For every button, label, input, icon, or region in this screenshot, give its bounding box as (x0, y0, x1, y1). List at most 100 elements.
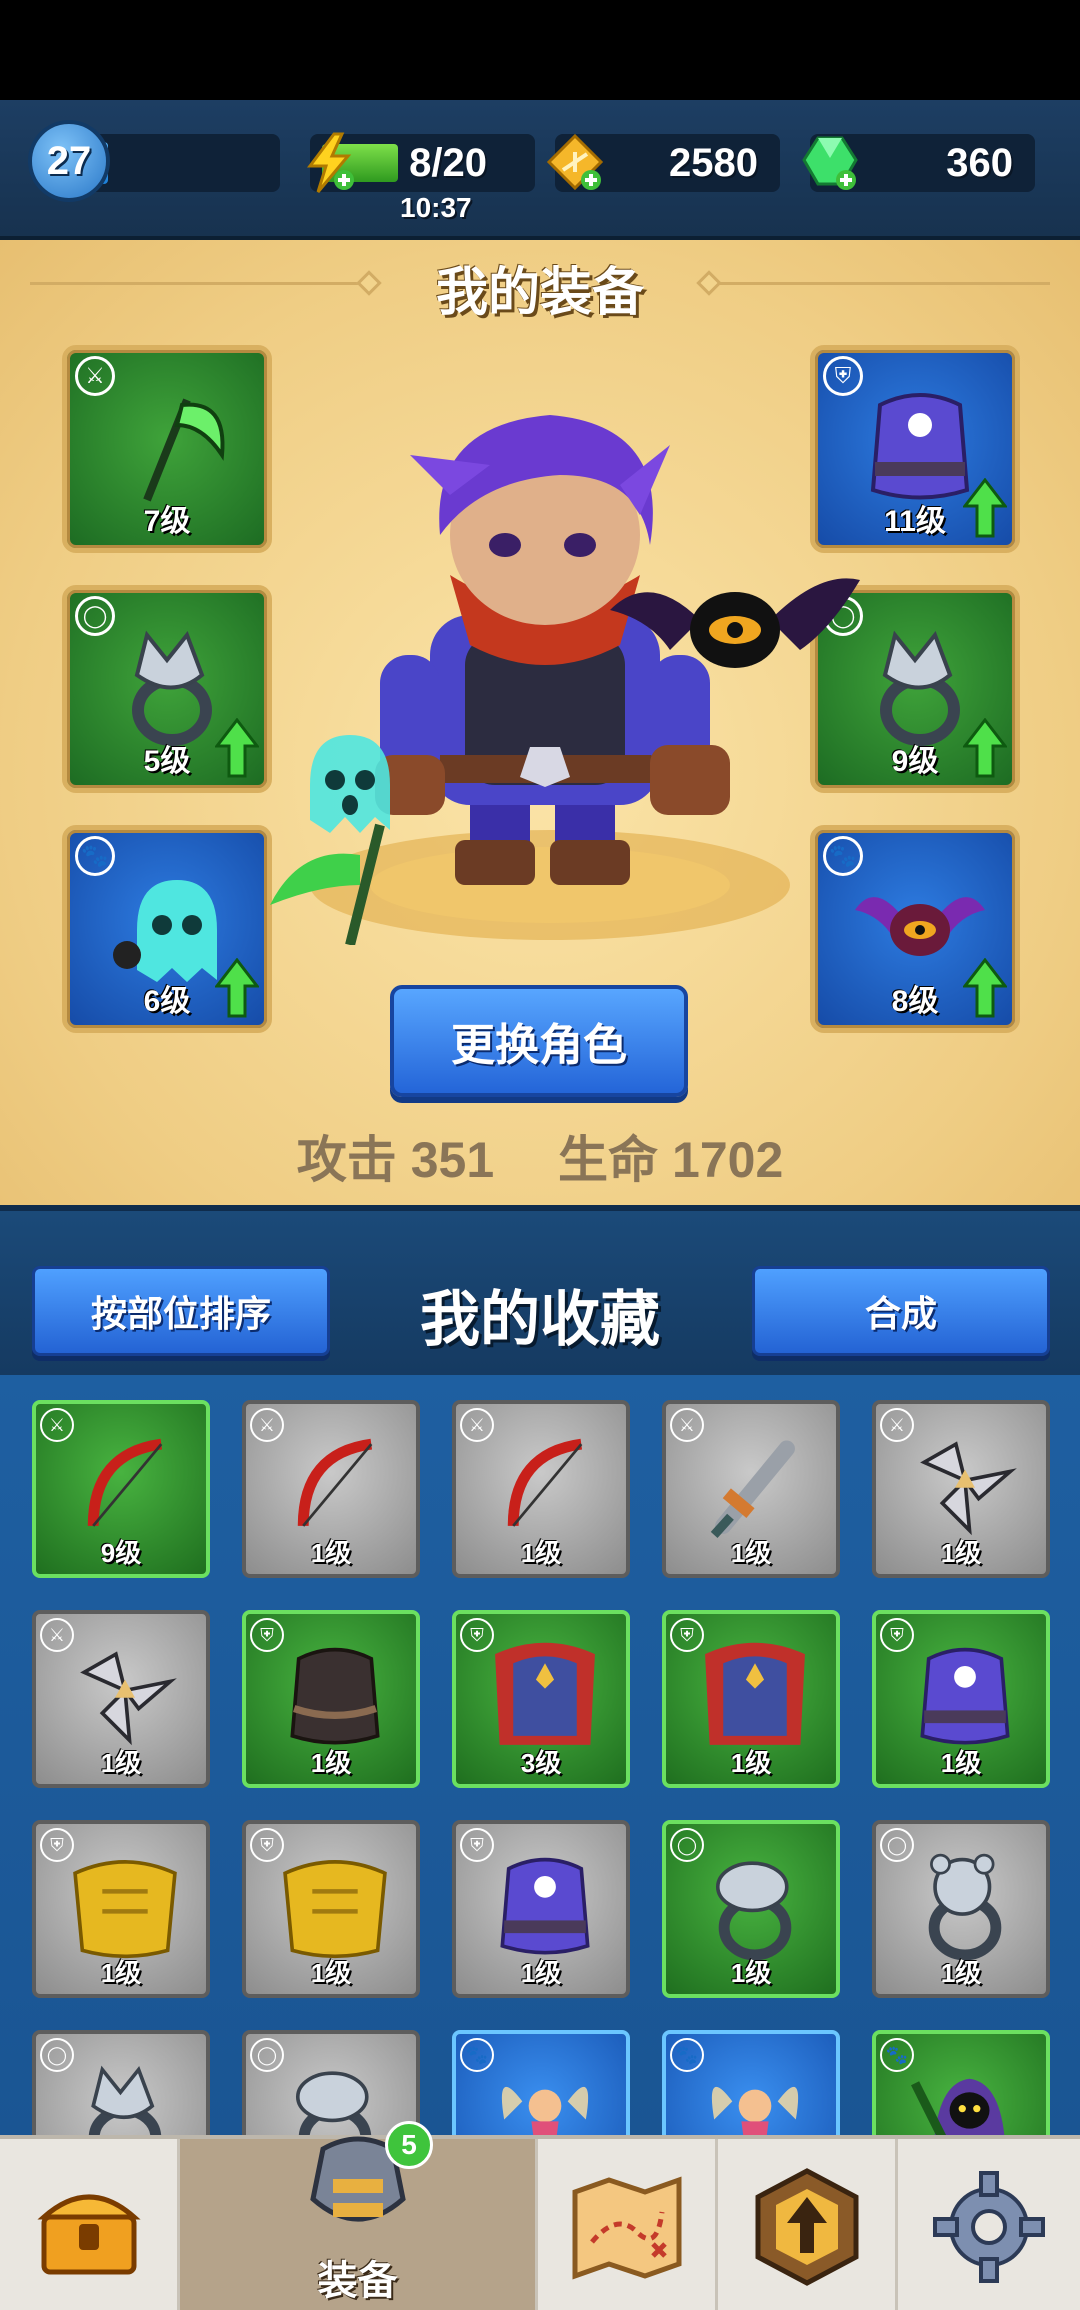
status-bar (0, 0, 1080, 100)
upgrade-arrow-icon (215, 958, 259, 1018)
bat-companion (610, 578, 860, 668)
hero-stats: 攻击 351 生命 1702 (0, 1120, 1080, 1192)
slot-level: 7级 (143, 505, 191, 538)
player-level-badge[interactable]: 27 (28, 120, 110, 202)
collection-item[interactable]: 🐾 (872, 2030, 1050, 2135)
hp-label: 生命 (558, 1132, 659, 1188)
bow-icon (297, 1438, 373, 1527)
item-level: 9级 (100, 1538, 142, 1568)
item-level: 1级 (310, 1748, 352, 1778)
resource-bar: 27 8/20 10:37 2580 360 (0, 100, 1080, 240)
bottom-nav: 5 装备 (0, 2121, 1080, 2310)
collection-item[interactable]: ⛨ 1级 (32, 1820, 210, 1998)
energy-counter[interactable]: 8/20 (307, 132, 535, 193)
hp-value: 1702 (672, 1132, 784, 1188)
collection-item[interactable]: ⚔ 1级 (452, 1400, 630, 1578)
bow-icon (87, 1438, 163, 1527)
item-level: 1级 (520, 1538, 562, 1568)
item-level: 1级 (310, 1958, 352, 1988)
shuriken-icon (80, 1651, 177, 1746)
sword-icon (710, 1440, 795, 1538)
gem-value: 360 (946, 140, 1013, 185)
equipment-badge: 5 (385, 2121, 433, 2169)
bear-ring-icon (928, 1853, 1002, 1961)
scythe-icon (143, 398, 225, 502)
ghost-companion (310, 735, 390, 833)
shuriken-icon (920, 1441, 1017, 1536)
upgrade-arrow-icon (963, 478, 1007, 538)
snake-ring-icon (715, 1861, 792, 1961)
item-level: 3级 (520, 1748, 562, 1778)
collection-item[interactable]: ⚔ 1级 (872, 1400, 1050, 1578)
equipment-panel: 我的装备 ⚔ 7级 ◯ 5级 🐾 6级 ⛨ 11级 ◯ 9级 🐾 8级 更换角色… (0, 240, 1080, 1205)
item-level: 1级 (730, 1748, 772, 1778)
item-level: 1级 (310, 1538, 352, 1568)
merge-button[interactable]: 合成 (752, 1266, 1050, 1356)
gold-armor-icon (73, 1860, 177, 1959)
gold-armor-icon (283, 1860, 387, 1959)
collection-item[interactable]: ⚔ 1级 (662, 1400, 840, 1578)
attack-value: 351 (410, 1132, 495, 1188)
item-level: 1级 (940, 1958, 982, 1988)
red-cape-armor-icon (495, 1642, 595, 1745)
gold-coin-icon (546, 133, 604, 191)
nav-upgrade[interactable] (718, 2139, 898, 2310)
purple-armor-icon (920, 1647, 1010, 1745)
collection-item[interactable]: 🐾 (452, 2030, 630, 2135)
wolf-ring-icon (88, 2065, 162, 2135)
lightning-icon (307, 132, 354, 193)
item-level: 1级 (100, 1748, 142, 1778)
nav-equipment-label: 装备 (317, 2259, 398, 2303)
collection-item[interactable]: ⚔ 9级 (32, 1400, 210, 1578)
collection-item[interactable]: ⚔ 1级 (32, 1610, 210, 1788)
collection-item[interactable]: ◯ 1级 (872, 1820, 1050, 1998)
fairy-pet-icon (501, 2086, 589, 2135)
item-level: 1级 (100, 1958, 142, 1988)
fairy-pet-icon (711, 2086, 799, 2135)
equip-slot-weapon[interactable]: ⚔ 7级 (62, 345, 272, 553)
nav-chest[interactable] (0, 2139, 180, 2310)
collection-item[interactable]: 🐾 (662, 2030, 840, 2135)
collection-grid: ⚔ 9级 ⚔ 1级 ⚔ 1级 ⚔ 1级 ⚔ 1级 ⚔ 1级 ⛨ 1级 ⛨ 3级 ⛨ 1级 ⛨ 1级 ⛨ 1级 ⛨ 1级 ⛨ 1级 ◯… (0, 1375, 1080, 2135)
dark-vest-icon (290, 1647, 380, 1745)
equipment-title: 我的装备 (435, 264, 644, 322)
item-level: 1级 (730, 1958, 772, 1988)
collection-item[interactable]: ⛨ 1级 (242, 1610, 420, 1788)
reaper-pet-icon (911, 2078, 1005, 2135)
swap-character-button[interactable]: 更换角色 (390, 985, 688, 1097)
map-icon (572, 2175, 681, 2280)
gear-icon (933, 2170, 1045, 2283)
collection-header: 按部位排序 我的收藏 合成 (0, 1205, 1080, 1375)
equip-slot-pet[interactable]: 🐾 8级 (810, 825, 1020, 1033)
collection-item[interactable]: ⛨ 1级 (662, 1610, 840, 1788)
collection-item[interactable]: ◯ (32, 2030, 210, 2135)
purple-armor-icon (500, 1857, 590, 1955)
collection-item[interactable]: ⛨ 1级 (242, 1820, 420, 1998)
equip-slot-armor[interactable]: ⛨ 11级 (810, 345, 1020, 553)
upgrade-arrow-icon (215, 718, 259, 778)
red-cape-armor-icon (705, 1642, 805, 1745)
equip-slot-ring[interactable]: ◯ 5级 (62, 585, 272, 793)
nav-equipment[interactable]: 5 装备 (180, 2121, 538, 2310)
upgrade-arrow-icon (963, 958, 1007, 1018)
collection-item[interactable]: ◯ 1级 (662, 1820, 840, 1998)
attack-label: 攻击 (296, 1132, 397, 1188)
collection-item[interactable]: ⛨ 1级 (872, 1610, 1050, 1788)
item-level: 1级 (940, 1538, 982, 1568)
item-level: 1级 (520, 1958, 562, 1988)
nav-map[interactable] (538, 2139, 718, 2310)
equip-slot-pet[interactable]: 🐾 6级 (62, 825, 272, 1033)
gold-counter[interactable]: 2580 (546, 133, 780, 192)
bow-icon (507, 1438, 583, 1527)
gem-counter[interactable]: 360 (802, 134, 1035, 192)
nav-settings[interactable] (898, 2139, 1080, 2310)
energy-timer: 10:37 (400, 192, 472, 223)
collection-item[interactable]: ⚔ 1级 (242, 1400, 420, 1578)
energy-value: 8/20 (409, 140, 487, 185)
collection-item[interactable]: ⛨ 1级 (452, 1820, 630, 1998)
chest-icon (36, 2194, 141, 2274)
item-level: 1级 (940, 1748, 982, 1778)
green-gem-icon (802, 136, 858, 190)
collection-item[interactable]: ⛨ 3级 (452, 1610, 630, 1788)
upgrade-icon (755, 2167, 858, 2286)
